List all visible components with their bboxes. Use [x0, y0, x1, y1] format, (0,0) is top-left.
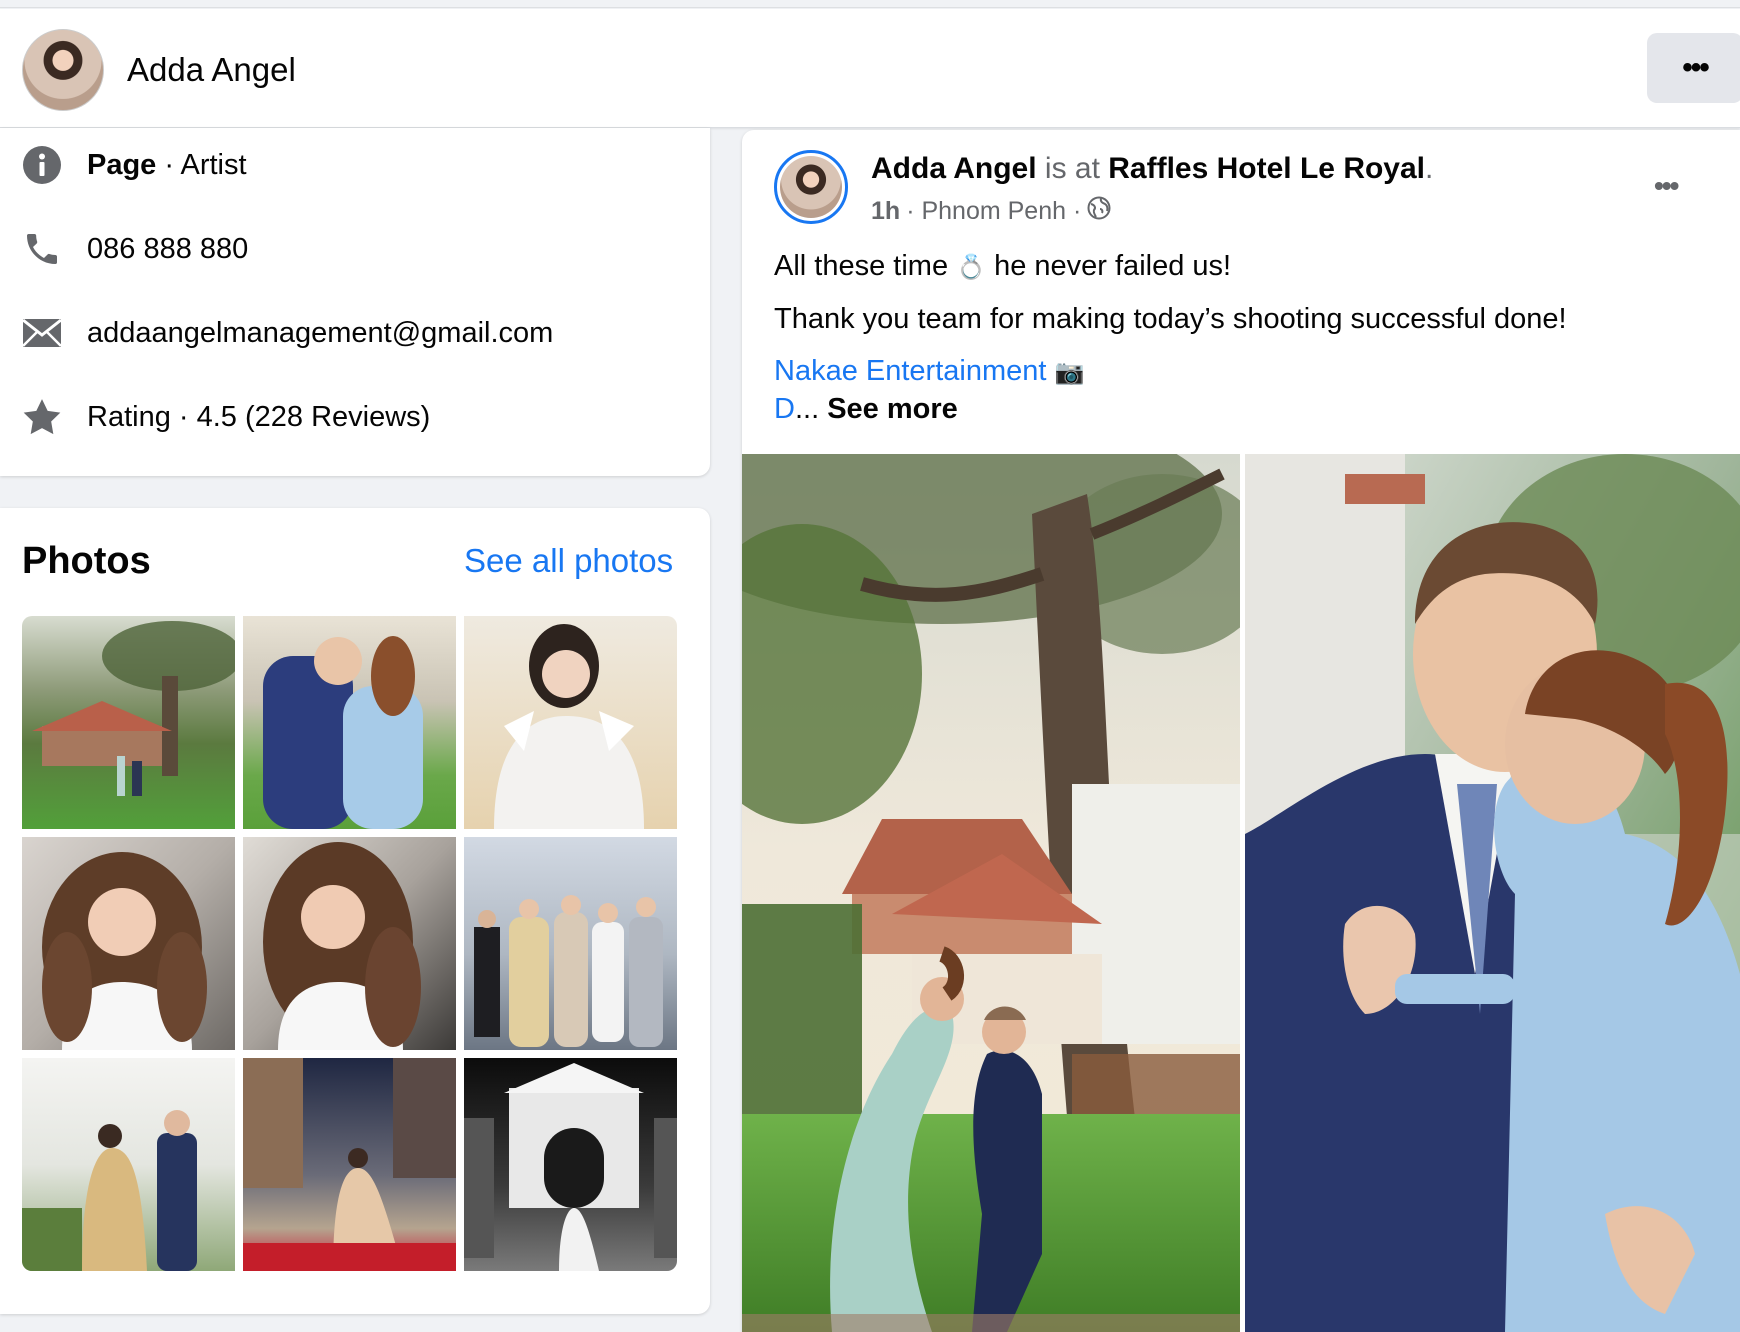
- photo-thumbnail[interactable]: [22, 837, 235, 1050]
- ring-emoji: 💍: [956, 254, 987, 281]
- post-card: Adda Angel is at Raffles Hotel Le Royal.…: [742, 130, 1740, 1332]
- post-header: Adda Angel is at Raffles Hotel Le Royal.: [871, 152, 1433, 186]
- post-author-name[interactable]: Adda Angel: [871, 152, 1037, 185]
- photo-thumbnail[interactable]: [243, 616, 456, 829]
- post-truncated-link[interactable]: D: [774, 393, 795, 425]
- post-line-1a: All these time: [774, 250, 957, 282]
- post-line-3: Nakae Entertainment 📷: [774, 355, 1084, 388]
- post-is-at: is at: [1036, 152, 1109, 185]
- post-meta: 1h · Phnom Penh ·: [871, 196, 1111, 227]
- top-divider: [0, 0, 1740, 8]
- photo-thumbnail[interactable]: [464, 1058, 677, 1271]
- profile-name[interactable]: Adda Angel: [127, 51, 296, 89]
- photo-thumbnail[interactable]: [464, 837, 677, 1050]
- post-ellipsis: ...: [794, 393, 828, 425]
- photo-thumbnail[interactable]: [243, 1058, 456, 1271]
- photos-grid: [22, 616, 678, 1272]
- post-place-link[interactable]: Raffles Hotel Le Royal: [1108, 152, 1425, 185]
- phone-icon: [22, 229, 62, 269]
- post-line-1: All these time 💍 he never failed us!: [774, 250, 1231, 283]
- avatar-image: [780, 156, 842, 218]
- photo-thumbnail[interactable]: [243, 837, 456, 1050]
- intro-page-text: Page · Artist: [87, 149, 247, 182]
- post-line-1b: he never failed us!: [986, 250, 1232, 282]
- see-all-photos-link[interactable]: See all photos: [464, 542, 673, 580]
- post-location: · Phnom Penh ·: [906, 197, 1082, 225]
- intro-email[interactable]: addaangelmanagement@gmail.com: [87, 317, 553, 350]
- post-photo-couple[interactable]: [1245, 454, 1740, 1332]
- intro-phone[interactable]: 086 888 880: [87, 233, 248, 266]
- intro-rating[interactable]: Rating · 4.5 (228 Reviews): [87, 401, 430, 434]
- post-line-4: D... See more: [774, 393, 958, 426]
- photo-thumbnail[interactable]: [22, 616, 235, 829]
- post-period: .: [1425, 152, 1434, 185]
- post-more-options[interactable]: •••: [1654, 170, 1679, 202]
- star-icon: [22, 397, 62, 437]
- photos-card: Photos See all photos: [0, 508, 710, 1314]
- page-category: · Artist: [156, 148, 247, 181]
- post-photo-garden[interactable]: [742, 454, 1240, 1332]
- more-options-button[interactable]: •••: [1647, 33, 1740, 103]
- post-mention-link[interactable]: Nakae Entertainment: [774, 355, 1046, 387]
- page-label: Page: [87, 148, 157, 181]
- see-more-button[interactable]: See more: [827, 393, 958, 425]
- photo-thumbnail[interactable]: [22, 1058, 235, 1271]
- intro-card: Page · Artist 086 888 880 addaangelmanag…: [0, 128, 710, 476]
- mail-icon: [22, 313, 62, 353]
- photo-thumbnail[interactable]: [464, 616, 677, 829]
- globe-icon: [1087, 196, 1111, 227]
- post-line-2: Thank you team for making today’s shooti…: [774, 303, 1567, 335]
- post-time[interactable]: 1h: [871, 197, 900, 226]
- profile-header: Adda Angel •••: [0, 9, 1740, 128]
- post-author-avatar[interactable]: [774, 150, 848, 224]
- camera-emoji: 📷: [1054, 359, 1085, 386]
- info-icon: [22, 145, 62, 185]
- profile-avatar[interactable]: [22, 29, 104, 111]
- photos-title: Photos: [22, 540, 151, 582]
